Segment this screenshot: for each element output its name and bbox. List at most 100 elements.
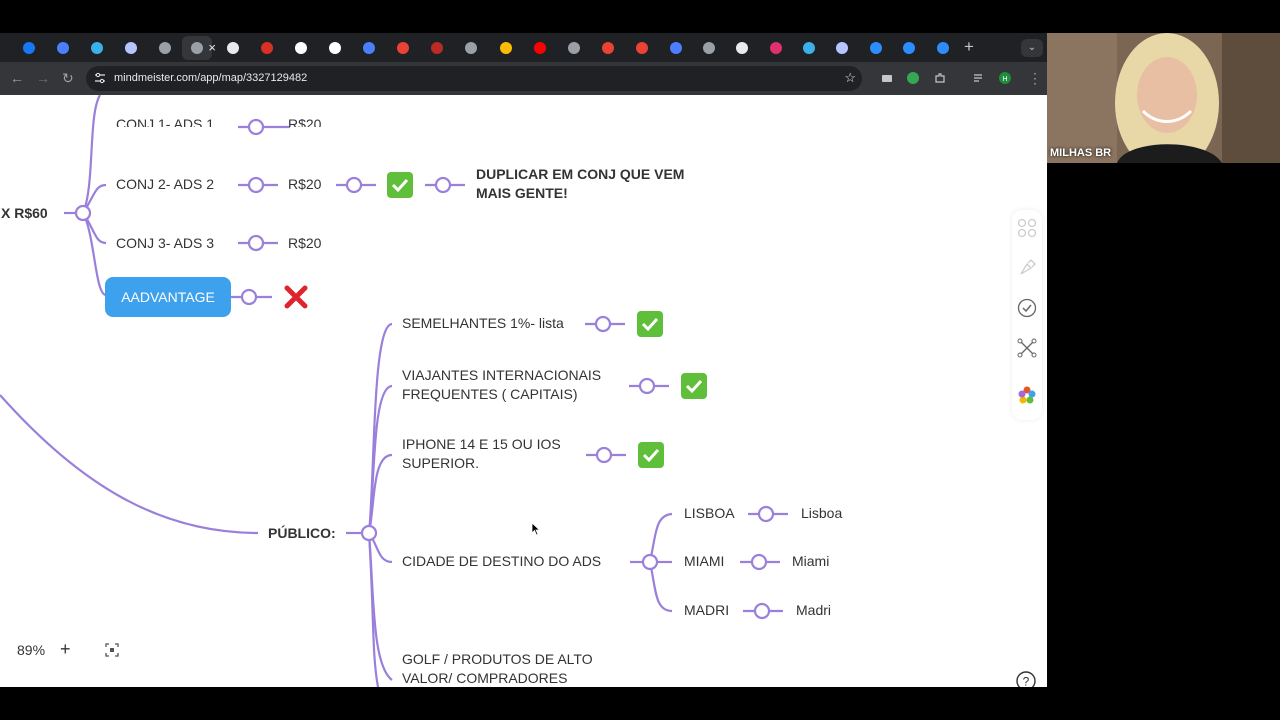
mindmap-canvas[interactable]: CONJ 1- ADS 1 R$20 X R$60 CONJ 2- ADS 2 … xyxy=(0,95,1047,687)
meta-icon xyxy=(57,42,69,54)
browser-tab[interactable] xyxy=(320,36,350,60)
active-tab-icon xyxy=(191,42,203,54)
browser-tab[interactable] xyxy=(456,36,486,60)
node-lisboa-child[interactable]: Lisboa xyxy=(801,504,842,523)
browser-toolbar: ← → ↻ mindmeister.com/app/map/3327129482… xyxy=(0,62,1047,95)
browser-tab[interactable] xyxy=(928,36,958,60)
browser-tab[interactable] xyxy=(422,36,452,60)
browser-tab[interactable] xyxy=(827,36,857,60)
chrome-icon xyxy=(703,42,715,54)
node-root-branch[interactable]: X R$60 xyxy=(1,204,48,223)
node-cidade[interactable]: CIDADE DE DESTINO DO ADS xyxy=(402,552,601,571)
browser-tab[interactable] xyxy=(761,36,791,60)
node-viajantes[interactable]: VIAJANTES INTERNACIONAIS FREQUENTES ( CA… xyxy=(402,366,624,404)
checkmark-icon[interactable] xyxy=(681,373,707,399)
node-madri[interactable]: MADRI xyxy=(684,601,729,620)
node-miami-child[interactable]: Miami xyxy=(792,552,829,571)
zoom-in-button[interactable]: + xyxy=(60,639,71,660)
browser-tab[interactable] xyxy=(116,36,146,60)
google-icon xyxy=(736,42,748,54)
edge-icon xyxy=(803,42,815,54)
browser-tab[interactable] xyxy=(491,36,521,60)
tab-bar: × xyxy=(0,33,1047,62)
browser-window: × + ⌄ ← → ↻ mindmeister.com/app/map/3327… xyxy=(0,33,1047,687)
participant-video-frame xyxy=(1047,33,1280,163)
browser-tab[interactable] xyxy=(150,36,180,60)
browser-tab[interactable] xyxy=(218,36,248,60)
close-tab-icon[interactable]: × xyxy=(208,41,216,55)
tab-search-button[interactable]: ⌄ xyxy=(1021,39,1043,57)
node-publico[interactable]: PÚBLICO: xyxy=(268,524,336,543)
checkmark-icon[interactable] xyxy=(387,172,413,198)
notion-icon xyxy=(329,42,341,54)
zoom-level[interactable]: 89% xyxy=(17,642,45,658)
browser-tab[interactable] xyxy=(661,36,691,60)
node-conj1[interactable]: CONJ 1- ADS 1 xyxy=(116,115,214,127)
node-golf[interactable]: GOLF / PRODUTOS DE ALTO VALOR/ COMPRADOR… xyxy=(402,650,632,687)
node-lisboa[interactable]: LISBOA xyxy=(684,504,735,523)
browser-tab[interactable] xyxy=(388,36,418,60)
browser-tab[interactable] xyxy=(861,36,891,60)
browser-tab[interactable] xyxy=(694,36,724,60)
browser-tab[interactable] xyxy=(525,36,555,60)
browser-tab[interactable] xyxy=(727,36,757,60)
browser-tab[interactable] xyxy=(14,36,44,60)
node-conj3[interactable]: CONJ 3- ADS 3 xyxy=(116,234,214,253)
browser-tab[interactable]: × xyxy=(182,36,216,60)
node-miami[interactable]: MIAMI xyxy=(684,552,724,571)
reading-list-icon[interactable] xyxy=(973,72,985,84)
new-tab-button[interactable]: + xyxy=(964,38,974,56)
paint-brush-icon[interactable] xyxy=(1017,258,1037,278)
meta-icon xyxy=(363,42,375,54)
zoom-icon xyxy=(903,42,915,54)
bookmark-star-icon[interactable]: ☆ xyxy=(844,70,856,86)
node-madri-child[interactable]: Madri xyxy=(796,601,831,620)
reload-icon[interactable]: ↻ xyxy=(62,70,74,86)
help-icon[interactable]: ? xyxy=(1016,671,1036,687)
browser-menu-icon[interactable]: ⋮ xyxy=(1028,70,1042,86)
browser-tab[interactable] xyxy=(252,36,282,60)
connect-nodes-icon[interactable] xyxy=(1017,338,1037,358)
participant-name: MILHAS BR xyxy=(1050,147,1112,159)
acrobat-icon xyxy=(261,42,273,54)
browser-tab[interactable] xyxy=(627,36,657,60)
extensions-puzzle-icon[interactable] xyxy=(934,72,946,84)
fit-to-screen-icon[interactable] xyxy=(105,643,119,657)
browser-tab[interactable] xyxy=(794,36,824,60)
node-conj1-value[interactable]: R$20 xyxy=(288,115,321,127)
zoom-icon xyxy=(870,42,882,54)
address-bar[interactable]: mindmeister.com/app/map/3327129482 ☆ xyxy=(86,66,862,91)
browser-tab[interactable] xyxy=(82,36,112,60)
node-advantage[interactable]: AADVANTAGE xyxy=(105,277,231,317)
browser-tab[interactable] xyxy=(286,36,316,60)
forward-icon[interactable]: → xyxy=(36,70,50,86)
chrome-icon xyxy=(465,42,477,54)
node-conj3-value[interactable]: R$20 xyxy=(288,234,321,253)
cross-mark-icon[interactable] xyxy=(283,284,309,310)
browser-tab[interactable] xyxy=(559,36,589,60)
extension-green-icon[interactable] xyxy=(907,72,919,84)
node-conj2-note[interactable]: DUPLICAR EM CONJ QUE VEM MAIS GENTE! xyxy=(476,165,716,203)
theme-palette-icon[interactable] xyxy=(1017,385,1037,405)
pocket-icon xyxy=(836,42,848,54)
browser-tab[interactable] xyxy=(894,36,924,60)
back-icon[interactable]: ← xyxy=(10,70,24,86)
node-conj2-value[interactable]: R$20 xyxy=(288,175,321,194)
node-semelhantes[interactable]: SEMELHANTES 1%- lista xyxy=(402,314,564,333)
browser-tab[interactable] xyxy=(593,36,623,60)
url-text[interactable]: mindmeister.com/app/map/3327129482 xyxy=(114,72,307,85)
node-iphone[interactable]: IPHONE 14 E 15 OU IOS SUPERIOR. xyxy=(402,435,582,473)
extension-box-icon[interactable] xyxy=(881,72,893,84)
browser-tab[interactable] xyxy=(48,36,78,60)
browser-tab[interactable] xyxy=(354,36,384,60)
layout-grid-icon[interactable] xyxy=(1017,218,1037,238)
node-conj2[interactable]: CONJ 2- ADS 2 xyxy=(116,175,214,194)
site-info-icon[interactable] xyxy=(94,72,106,84)
profile-avatar-icon[interactable]: H xyxy=(999,72,1011,84)
zoom-icon xyxy=(937,42,949,54)
checkmark-icon[interactable] xyxy=(638,442,664,468)
checkmark-icon[interactable] xyxy=(637,311,663,337)
google-icon xyxy=(227,42,239,54)
task-check-icon[interactable] xyxy=(1017,298,1037,318)
gmail-icon xyxy=(636,42,648,54)
